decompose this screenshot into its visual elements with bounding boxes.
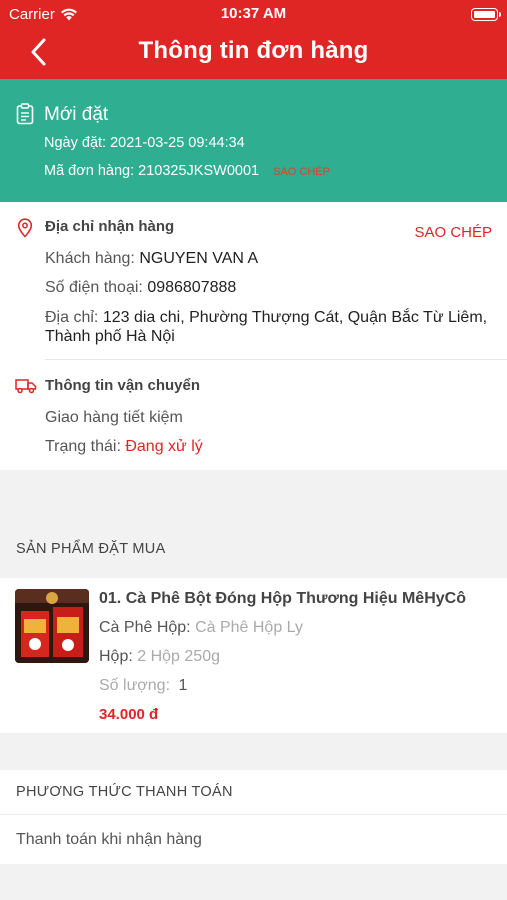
order-code-value: 210325JKSW0001 — [138, 163, 260, 179]
order-date-label: Ngày đặt: — [44, 135, 107, 151]
order-date-value: 2021-03-25 09:44:34 — [110, 135, 245, 151]
payment-method: Thanh toán khi nhận hàng — [16, 831, 202, 848]
battery-icon — [471, 8, 501, 21]
shipping-status-value: Đang xử lý — [125, 438, 203, 455]
address-label: Địa chỉ: — [45, 309, 99, 326]
status-time: 10:37 AM — [220, 5, 287, 22]
address-shipping-card: Địa chỉ nhận hàng SAO CHÉP Khách hàng: N… — [0, 202, 507, 470]
location-pin-icon — [17, 218, 33, 238]
product-attr1-row: Cà Phê Hộp: Cà Phê Hộp Ly — [99, 619, 303, 637]
address-row: Địa chỉ: 123 dia chi, Phường Thượng Cát,… — [45, 309, 487, 327]
customer-label: Khách hàng: — [45, 250, 135, 267]
truck-icon — [15, 379, 37, 394]
phone-row: Số điện thoại: 0986807888 — [45, 279, 236, 297]
product-thumbnail — [15, 589, 89, 663]
status-bar: Carrier 10:37 AM — [0, 0, 507, 28]
order-code-label: Mã đơn hàng: — [44, 163, 135, 179]
shipping-method: Giao hàng tiết kiệm — [45, 409, 183, 426]
phone-label: Số điện thoại: — [45, 279, 143, 296]
order-code-row: Mã đơn hàng: 210325JKSW0001 SAO CHÉP — [44, 163, 330, 179]
product-attr1-label: Cà Phê Hộp: — [99, 619, 191, 636]
products-section-header: SẢN PHẨM ĐẶT MUA — [0, 522, 507, 578]
copy-order-code-button[interactable]: SAO CHÉP — [273, 166, 330, 178]
product-qty-label: Số lượng: — [99, 677, 171, 694]
product-attr2-label: Hộp: — [99, 648, 133, 665]
coffee-box-image — [15, 589, 89, 663]
customer-row: Khách hàng: NGUYEN VAN A — [45, 250, 258, 268]
product-qty-value: 1 — [178, 677, 188, 694]
product-attr1-value: Cà Phê Hộp Ly — [195, 619, 303, 636]
order-status-label: Mới đặt — [44, 104, 109, 125]
shipping-status-row: Trạng thái: Đang xử lý — [45, 438, 203, 456]
product-attr2-value: 2 Hộp 250g — [137, 648, 220, 665]
products-section-title: SẢN PHẨM ĐẶT MUA — [16, 541, 166, 557]
payment-section-title: PHƯƠNG THỨC THANH TOÁN — [16, 784, 233, 800]
order-status-card: Mới đặt Ngày đặt: 2021-03-25 09:44:34 Mã… — [0, 79, 507, 202]
product-name: 01. Cà Phê Bột Đóng Hộp Thương Hiệu MêHy… — [99, 590, 466, 607]
customer-value: NGUYEN VAN A — [139, 250, 259, 267]
order-date-row: Ngày đặt: 2021-03-25 09:44:34 — [44, 135, 245, 151]
copy-address-button[interactable]: SAO CHÉP — [414, 224, 492, 241]
payment-card: PHƯƠNG THỨC THANH TOÁN Thanh toán khi nh… — [0, 770, 507, 864]
clipboard-icon — [16, 103, 34, 125]
product-attr2-row: Hộp: 2 Hộp 250g — [99, 648, 220, 666]
payment-divider — [0, 814, 507, 815]
section-divider — [45, 359, 507, 360]
address-section-title: Địa chỉ nhận hàng — [45, 218, 175, 235]
shipping-status-label: Trạng thái: — [45, 438, 121, 455]
product-price: 34.000 đ — [99, 706, 159, 723]
address-value-line1: 123 dia chi, Phường Thượng Cát, Quận Bắc… — [102, 309, 488, 326]
address-row-cont: Thành phố Hà Nội — [45, 328, 175, 346]
product-list-item[interactable]: 01. Cà Phê Bột Đóng Hộp Thương Hiệu MêHy… — [0, 578, 507, 733]
shipping-section-title: Thông tin vận chuyển — [45, 377, 201, 394]
phone-value: 0986807888 — [147, 279, 237, 296]
app-header: Carrier 10:37 AM Thông tin đơn hàng — [0, 0, 507, 79]
product-qty-row: Số lượng: 1 — [99, 677, 187, 695]
page-title: Thông tin đơn hàng — [138, 37, 369, 64]
address-value-line2: Thành phố Hà Nội — [45, 328, 175, 345]
